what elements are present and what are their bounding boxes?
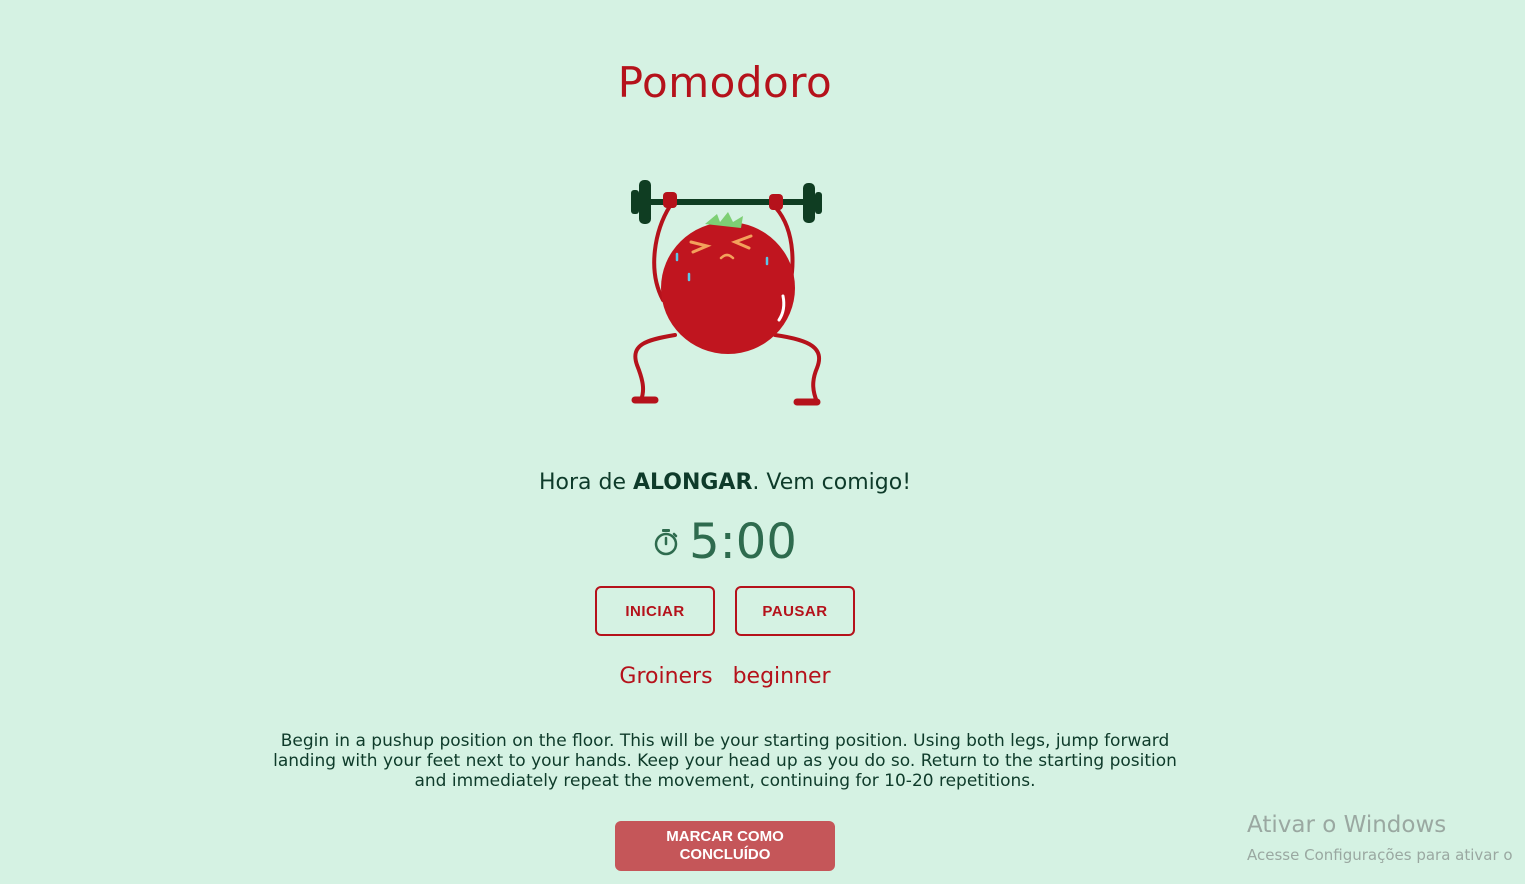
tomato-weightlifter-illustration: [631, 180, 822, 406]
mark-complete-button[interactable]: MARCAR COMO CONCLUÍDO: [615, 821, 835, 871]
pomodoro-page: Pomodoro Hora de ALONGAR. Vem comigo! 5:…: [0, 0, 1525, 884]
watermark-title: Ativar o Windows: [1247, 812, 1447, 838]
page-title: Pomodoro: [617, 58, 833, 107]
exercise-level: beginner: [732, 664, 831, 689]
timer-value: 5:00: [689, 514, 797, 570]
exercise-name: Groiners: [619, 664, 713, 689]
headline-prefix: Hora de: [538, 470, 633, 495]
stretch-headline: Hora de ALONGAR. Vem comigo!: [0, 470, 1450, 495]
headline-suffix: . Vem comigo!: [752, 470, 912, 495]
pause-button[interactable]: PAUSAR: [735, 586, 855, 636]
exercise-description: Begin in a pushup position on the floor.…: [273, 731, 1177, 791]
windows-activation-watermark: Ativar o Windows Acesse Configurações pa…: [1247, 812, 1513, 864]
start-button[interactable]: INICIAR: [595, 586, 715, 636]
exercise-info: Groiners beginner: [0, 664, 1450, 689]
timer-display: 5:00: [0, 518, 1450, 566]
headline-emphasis: ALONGAR: [632, 470, 753, 495]
watermark-subtitle: Acesse Configurações para ativar o: [1247, 846, 1513, 864]
timer-controls: INICIAR PAUSAR: [595, 586, 855, 636]
stopwatch-icon: [654, 529, 678, 556]
